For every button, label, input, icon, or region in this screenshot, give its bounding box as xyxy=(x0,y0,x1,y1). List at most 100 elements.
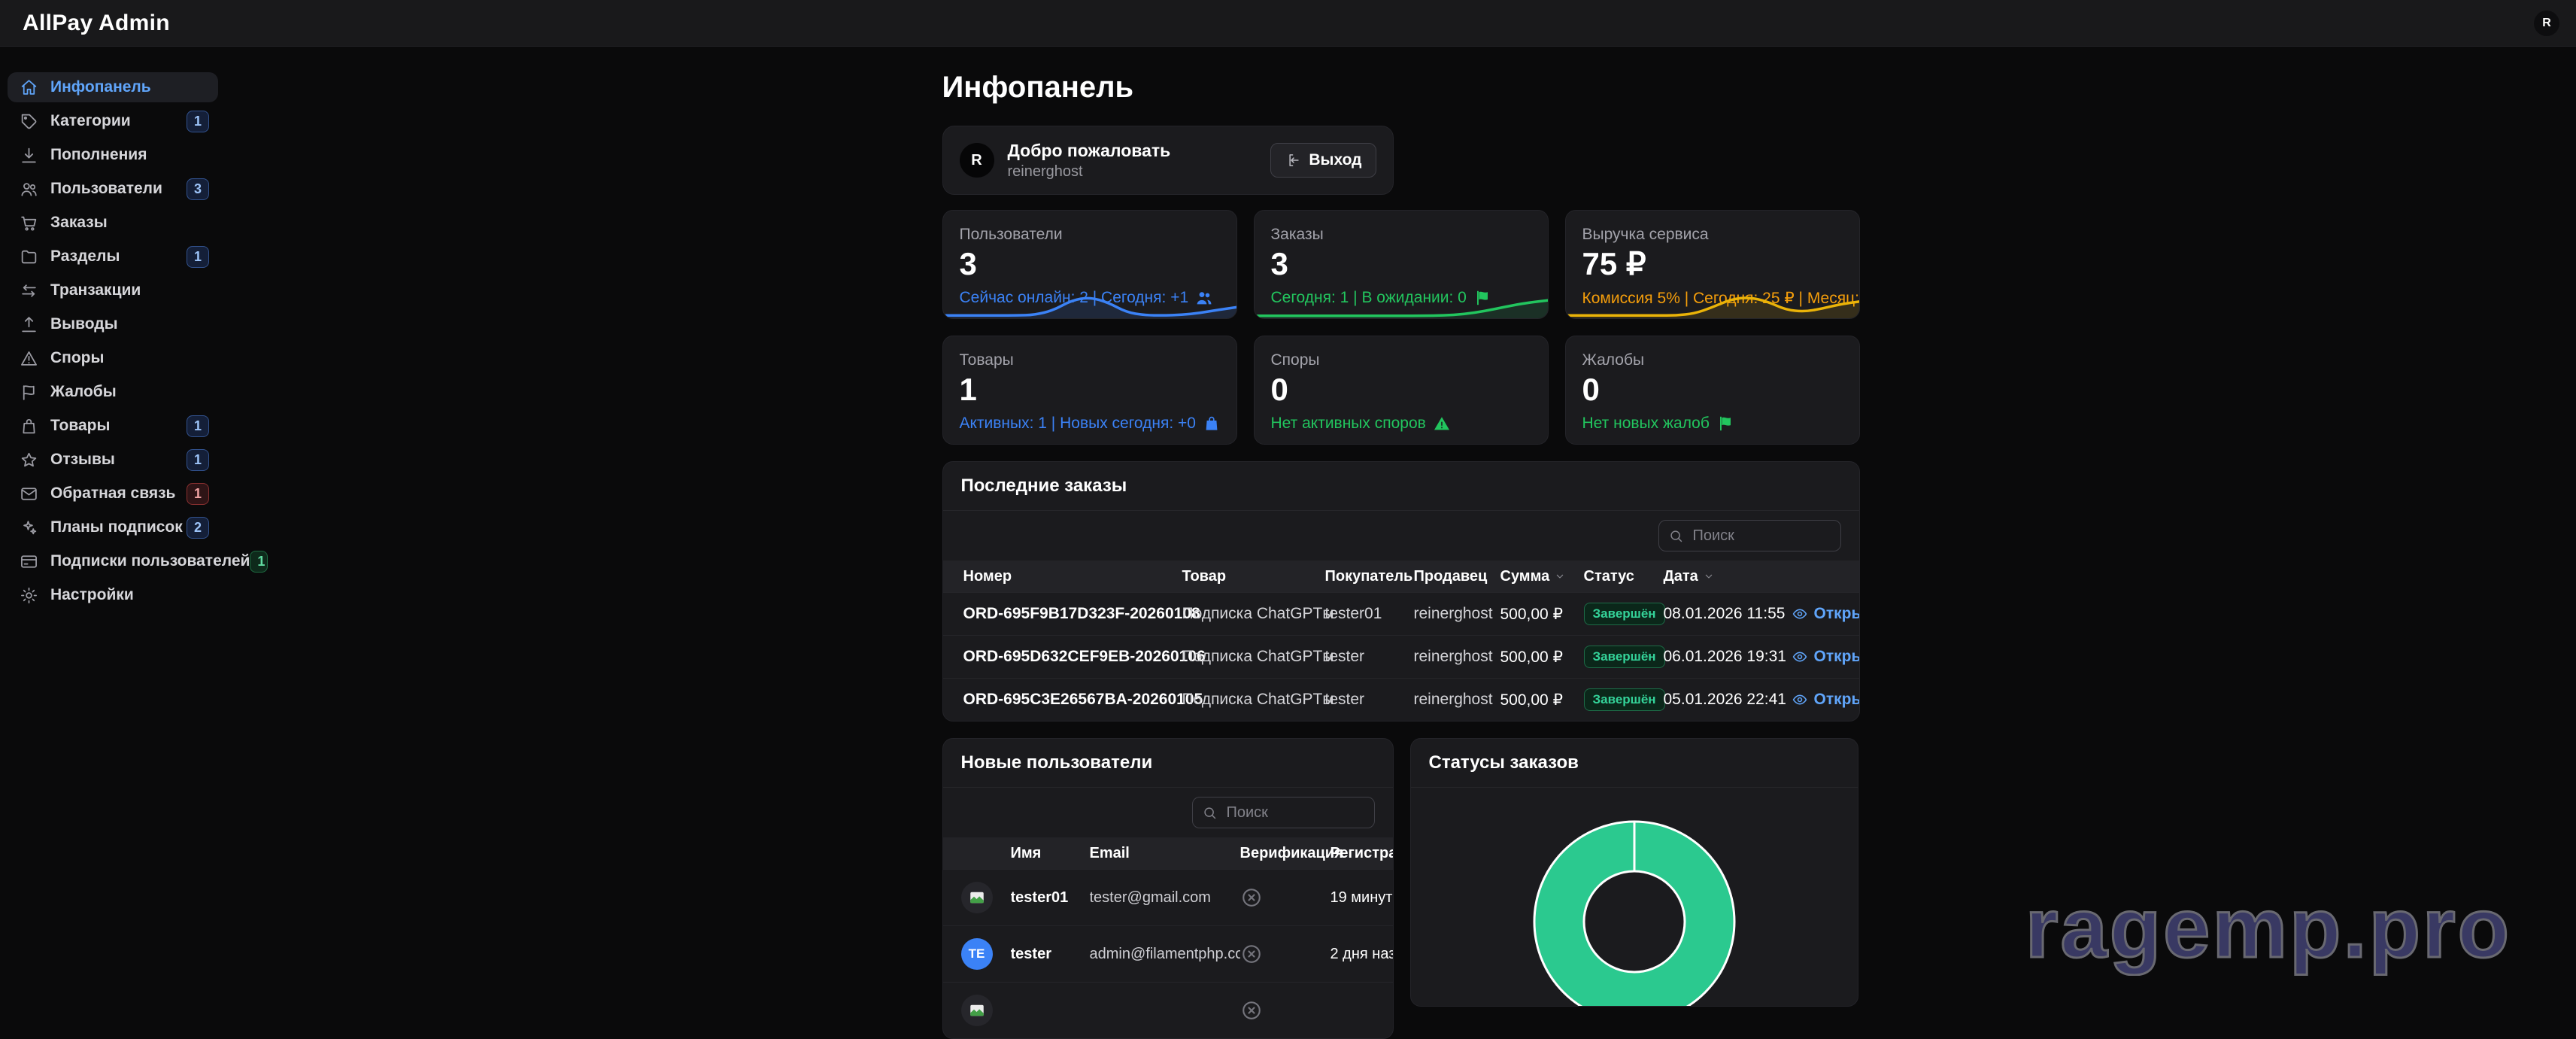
sidebar-item-label: Отзывы xyxy=(50,451,187,469)
user-row[interactable]: tester01 tester@gmail.com 19 минут назад xyxy=(943,869,1393,925)
sidebar-item-label: Планы подписок xyxy=(50,518,187,536)
sidebar-item-subscription-plans[interactable]: Планы подписок 2 xyxy=(8,512,218,542)
stat-icon xyxy=(1433,415,1451,433)
open-order-link[interactable]: Открыть xyxy=(1792,691,1860,709)
order-date: 05.01.2026 22:41 xyxy=(1664,691,1792,709)
sidebar-item-label: Инфопанель xyxy=(50,78,209,96)
order-date: 08.01.2026 11:55 xyxy=(1664,605,1792,623)
col-product: Товар xyxy=(1182,568,1325,585)
order-row[interactable]: ORD-695D632CEF9EB-20260106 Подписка Chat… xyxy=(943,635,1859,678)
user-row[interactable] xyxy=(943,982,1393,1038)
stat-icon xyxy=(1203,415,1221,433)
users-search-input[interactable] xyxy=(1225,804,1365,822)
stats-grid: Пользователи 3 Сейчас онлайн: 2 | Сегодн… xyxy=(942,210,1860,445)
user-email: admin@filamentphp.co... xyxy=(1090,946,1240,963)
order-seller: reinerghost xyxy=(1414,691,1500,709)
user-verification xyxy=(1240,999,1330,1022)
sidebar-item-feedback[interactable]: Обратная связь 1 xyxy=(8,478,218,509)
stat-value: 3 xyxy=(960,248,1220,280)
stat-subtitle: Активных: 1 | Новых сегодня: +0 xyxy=(960,415,1220,433)
eye-icon xyxy=(1792,649,1808,665)
sidebar-item-icon xyxy=(20,315,38,334)
topbar: AllPay Admin R xyxy=(0,0,2576,47)
orders-search[interactable] xyxy=(1658,520,1841,551)
sidebar-item-label: Подписки пользователей xyxy=(50,552,250,570)
user-row[interactable]: TE tester admin@filamentphp.co... 2 дня … xyxy=(943,925,1393,982)
sidebar-item-disputes[interactable]: Споры xyxy=(8,343,218,373)
sidebar: Инфопанель Категории 1 Пополнения Пользо… xyxy=(0,47,226,980)
status-badge: Завершён xyxy=(1584,688,1665,711)
order-amount: 500,00 ₽ xyxy=(1500,605,1584,624)
sidebar-item-badge: 1 xyxy=(187,246,209,268)
sidebar-item-reviews[interactable]: Отзывы 1 xyxy=(8,445,218,475)
order-amount: 500,00 ₽ xyxy=(1500,648,1584,667)
sidebar-item-badge: 1 xyxy=(187,415,209,437)
order-statuses-title: Статусы заказов xyxy=(1411,739,1858,788)
bottom-grid: Новые пользователи Имя Email Верификация… xyxy=(942,738,1860,1039)
sidebar-item-user-subscriptions[interactable]: Подписки пользователей 1 xyxy=(8,546,218,576)
users-search[interactable] xyxy=(1192,797,1375,828)
eye-icon xyxy=(1792,691,1808,708)
col-amount-sort[interactable]: Сумма xyxy=(1500,568,1584,585)
stat-label: Пользователи xyxy=(960,226,1220,244)
orders-panel-title: Последние заказы xyxy=(943,462,1859,511)
col-date-sort[interactable]: Дата xyxy=(1664,568,1792,585)
welcome-avatar: R xyxy=(960,143,994,178)
chevron-down-icon xyxy=(1703,570,1715,582)
sidebar-item-withdrawals[interactable]: Выводы xyxy=(8,309,218,339)
welcome-card: R Добро пожаловать reinerghost Выход xyxy=(942,126,1394,195)
sidebar-item-icon xyxy=(20,146,38,165)
sidebar-item-products[interactable]: Товары 1 xyxy=(8,411,218,441)
users-toolbar xyxy=(943,788,1393,837)
orders-search-input[interactable] xyxy=(1692,527,1831,545)
user-avatar-cell xyxy=(961,995,1011,1026)
sidebar-item-icon xyxy=(20,349,38,368)
order-status: Завершён xyxy=(1584,603,1664,625)
user-avatar-cell: TE xyxy=(961,938,1011,970)
sidebar-item-users[interactable]: Пользователи 3 xyxy=(8,174,218,204)
col-email: Email xyxy=(1090,845,1240,862)
sidebar-item-complaints[interactable]: Жалобы xyxy=(8,377,218,407)
orders-panel: Последние заказы Номер Товар Покупатель … xyxy=(942,461,1860,722)
stat-label: Жалобы xyxy=(1582,351,1843,369)
eye-icon xyxy=(1792,606,1808,622)
order-statuses-panel: Статусы заказов xyxy=(1410,738,1858,1007)
welcome-title: Добро пожаловать xyxy=(1008,141,1171,161)
avatar: TE xyxy=(961,938,993,970)
sidebar-item-orders[interactable]: Заказы xyxy=(8,208,218,238)
image-avatar xyxy=(961,995,993,1026)
image-avatar xyxy=(961,882,993,913)
search-icon xyxy=(1668,528,1684,544)
user-registered: 19 минут назад xyxy=(1330,889,1394,907)
sidebar-item-transactions[interactable]: Транзакции xyxy=(8,275,218,305)
sidebar-item-icon xyxy=(20,281,38,300)
order-row[interactable]: ORD-695C3E26567BA-20260105 Подписка Chat… xyxy=(943,678,1859,721)
sidebar-item-icon xyxy=(20,518,38,537)
sidebar-item-settings[interactable]: Настройки xyxy=(8,580,218,610)
order-row[interactable]: ORD-695F9B17D323F-20260108 Подписка Chat… xyxy=(943,592,1859,635)
sidebar-item-topups[interactable]: Пополнения xyxy=(8,140,218,170)
search-icon xyxy=(1202,805,1218,821)
sidebar-item-sections[interactable]: Разделы 1 xyxy=(8,242,218,272)
open-order-link[interactable]: Открыть xyxy=(1792,648,1860,666)
sidebar-item-label: Настройки xyxy=(50,586,209,604)
open-order-link[interactable]: Открыть xyxy=(1792,605,1860,623)
user-avatar[interactable]: R xyxy=(2534,11,2559,36)
user-avatar-cell xyxy=(961,882,1011,913)
stat-label: Споры xyxy=(1271,351,1531,369)
sidebar-item-icon xyxy=(20,586,38,605)
sidebar-item-dashboard[interactable]: Инфопанель xyxy=(8,72,218,102)
user-name: tester01 xyxy=(1011,889,1090,907)
logout-button[interactable]: Выход xyxy=(1270,143,1376,178)
chevron-down-icon xyxy=(1554,570,1566,582)
stat-subtitle-text: Нет активных споров xyxy=(1271,415,1426,433)
sidebar-item-icon xyxy=(20,78,38,97)
user-verification xyxy=(1240,943,1330,965)
status-badge: Завершён xyxy=(1584,646,1665,668)
user-registered: 2 дня назад xyxy=(1330,946,1394,963)
sidebar-item-categories[interactable]: Категории 1 xyxy=(8,106,218,136)
sidebar-nav: Инфопанель Категории 1 Пополнения Пользо… xyxy=(8,72,218,610)
order-statuses-chart xyxy=(1411,788,1858,1006)
col-name: Имя xyxy=(1011,845,1090,862)
order-product: Подписка ChatGPTы xyxy=(1182,648,1325,666)
